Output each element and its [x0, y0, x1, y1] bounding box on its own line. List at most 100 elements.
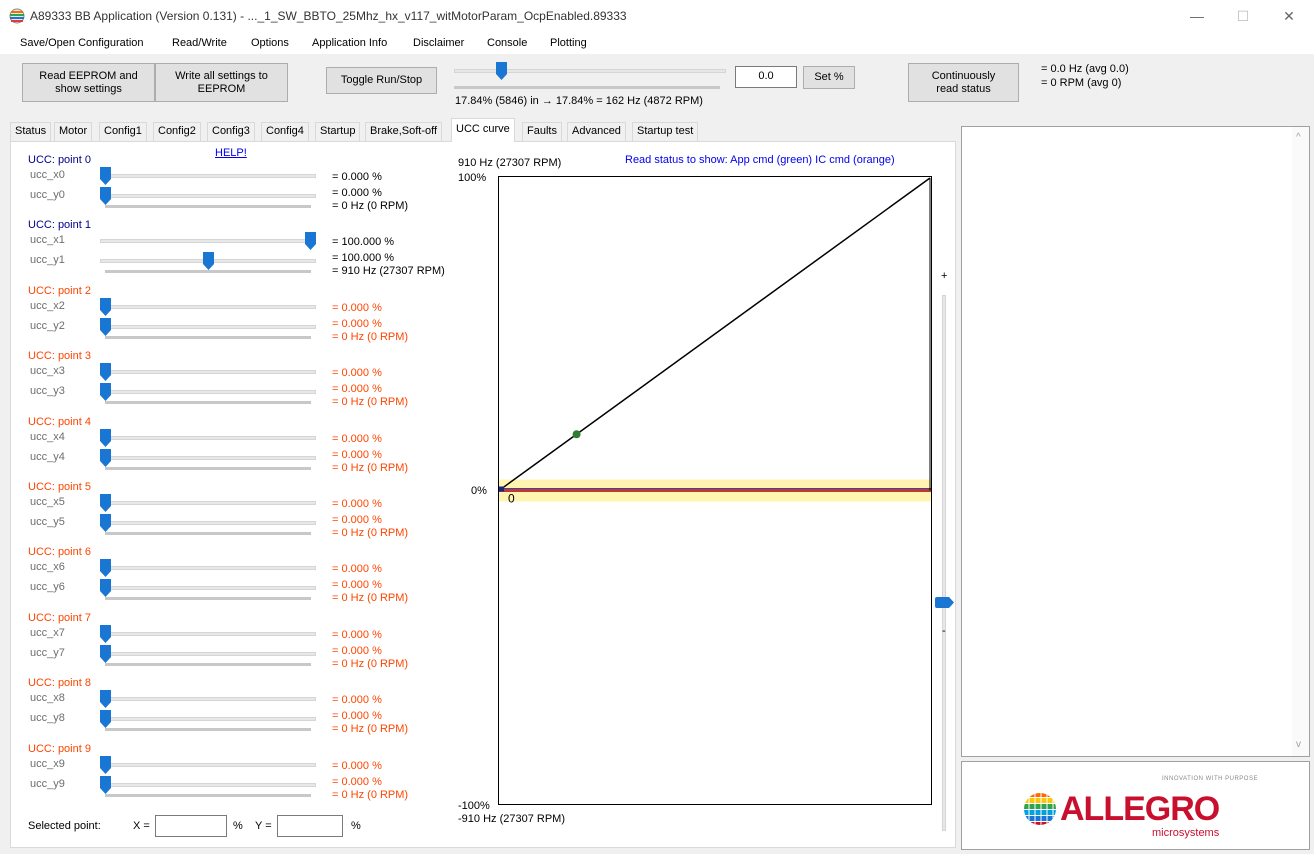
ucc-x-slider-thumb[interactable] — [100, 428, 111, 447]
ucc-y-slider-scale — [105, 466, 311, 470]
ucc-point-label: UCC: point 2 — [28, 284, 91, 297]
tab-config2[interactable]: Config2 — [153, 122, 201, 141]
ucc-x-slider-thumb[interactable] — [100, 494, 111, 512]
status-hz: = 0.0 Hz (avg 0.0) — [1041, 63, 1129, 75]
tab-motor[interactable]: Motor — [54, 122, 93, 141]
ucc-y-slider[interactable] — [100, 782, 316, 787]
ucc-x-slider-thumb[interactable] — [100, 297, 111, 316]
toggle-run-stop-button[interactable]: Toggle Run/Stop — [326, 67, 437, 94]
scroll-up-icon[interactable]: ^ — [1296, 132, 1301, 143]
ucc-y-slider-scale — [105, 728, 311, 732]
set-percent-button[interactable]: Set % — [803, 66, 855, 89]
ucc-y-value: = 0.000 % — [332, 514, 382, 526]
menu-plotting[interactable]: Plotting — [550, 37, 587, 49]
ucc-y-slider-thumb[interactable] — [100, 448, 111, 467]
ucc-frequency-value: = 910 Hz (27307 RPM) — [332, 265, 445, 278]
ucc-point-label: UCC: point 7 — [28, 611, 91, 624]
ucc-y-slider[interactable] — [100, 194, 316, 198]
tab-startup[interactable]: Startup — [315, 122, 361, 141]
ucc-y-slider[interactable] — [100, 455, 316, 460]
minimize-button[interactable]: — — [1174, 4, 1220, 28]
ucc-x-slider[interactable] — [100, 239, 316, 244]
ucc-x-slider[interactable] — [100, 762, 316, 767]
tab-config4[interactable]: Config4 — [261, 122, 309, 141]
menu-application-info[interactable]: Application Info — [312, 37, 387, 49]
ucc-x-slider-thumb[interactable] — [100, 363, 111, 382]
origin-point[interactable] — [499, 486, 504, 492]
ucc-x-slider[interactable] — [100, 566, 316, 571]
zoom-plus[interactable]: + — [941, 270, 947, 282]
zoom-slider-track[interactable] — [942, 295, 946, 831]
ucc-y-slider-thumb[interactable] — [100, 317, 111, 336]
ucc-x-slider-thumb[interactable] — [100, 559, 111, 578]
tab-config1[interactable]: Config1 — [99, 122, 147, 141]
ucc-y-label: ucc_y6 — [30, 581, 65, 594]
ucc-y-slider-thumb[interactable] — [100, 579, 111, 598]
ucc-y-slider-thumb[interactable] — [100, 775, 111, 794]
ucc-x-slider[interactable] — [100, 370, 316, 375]
selected-x-input[interactable] — [155, 815, 227, 837]
ucc-y-slider[interactable] — [100, 390, 316, 395]
status-scrollbar[interactable]: ^ v — [1292, 127, 1309, 756]
ucc-y-slider-scale — [105, 270, 311, 274]
ucc-y-slider-thumb[interactable] — [100, 187, 111, 205]
chart-legend-note: Read status to show: App cmd (green) IC … — [625, 154, 895, 166]
ucc-x-slider-thumb[interactable] — [100, 690, 111, 709]
ucc-y-value: = 0.000 % — [332, 187, 382, 199]
ucc-x-slider[interactable] — [100, 631, 316, 636]
tab-config3[interactable]: Config3 — [207, 122, 255, 141]
ucc-y-slider-thumb[interactable] — [100, 514, 111, 532]
set-percent-input[interactable]: 0.0 — [735, 66, 797, 88]
menu-read-write[interactable]: Read/Write — [172, 37, 227, 49]
continuously-read-status-button[interactable]: Continuously read status — [908, 63, 1019, 102]
ucc-x-slider[interactable] — [100, 304, 316, 309]
tab-brake-soft-off[interactable]: Brake,Soft-off — [365, 122, 443, 141]
read-eeprom-button[interactable]: Read EEPROM and show settings — [22, 63, 155, 102]
menu-console[interactable]: Console — [487, 37, 527, 49]
speed-slider-track[interactable] — [454, 69, 726, 73]
ucc-x-slider-thumb[interactable] — [305, 232, 316, 251]
ucc-y-slider[interactable] — [100, 586, 316, 591]
ucc-y-slider[interactable] — [100, 717, 316, 722]
ucc-x-slider[interactable] — [100, 435, 316, 440]
ucc-y-label: ucc_y3 — [30, 385, 65, 398]
tab-advanced[interactable]: Advanced — [567, 122, 626, 141]
selected-x-percent: % — [233, 820, 243, 832]
speed-readout: 17.84% (5846) in → 17.84% = 162 Hz (4872… — [455, 95, 703, 107]
ucc-x-slider[interactable] — [100, 174, 316, 178]
status-output-panel[interactable]: ^ v — [961, 126, 1310, 757]
ucc-x-slider[interactable] — [100, 501, 316, 505]
ucc-frequency-value: = 0 Hz (0 RPM) — [332, 330, 409, 343]
ucc-y-slider[interactable] — [100, 651, 316, 656]
write-eeprom-button[interactable]: Write all settings to EEPROM — [155, 63, 288, 102]
menu-save-open[interactable]: Save/Open Configuration — [20, 37, 144, 49]
help-link[interactable]: HELP! — [215, 147, 247, 159]
menu-options[interactable]: Options — [251, 37, 289, 49]
ucc-y-slider-thumb[interactable] — [100, 644, 111, 663]
selected-y-input[interactable] — [277, 815, 343, 837]
maximize-button[interactable]: ☐ — [1220, 4, 1266, 28]
close-button[interactable]: ✕ — [1266, 4, 1312, 28]
ucc-x-slider-thumb[interactable] — [100, 755, 111, 774]
tab-ucc-curve[interactable]: UCC curve — [451, 118, 515, 142]
tab-startup-test[interactable]: Startup test — [632, 122, 699, 141]
zoom-minus[interactable]: - — [942, 625, 946, 637]
ucc-x-slider-thumb[interactable] — [100, 167, 111, 185]
ucc-y-slider-thumb[interactable] — [100, 383, 111, 402]
ucc-x-slider-thumb[interactable] — [100, 624, 111, 643]
ucc-y-slider-thumb[interactable] — [202, 252, 214, 271]
ucc-y-slider[interactable] — [100, 521, 316, 525]
ucc-x-slider[interactable] — [100, 697, 316, 702]
tab-faults[interactable]: Faults — [522, 122, 562, 141]
ucc-y-slider[interactable] — [100, 324, 316, 329]
ucc-x-label: ucc_x6 — [30, 561, 65, 574]
ucc-y-slider-thumb[interactable] — [100, 710, 111, 729]
tab-status[interactable]: Status — [10, 122, 52, 141]
speed-slider-thumb[interactable] — [496, 62, 508, 80]
ucc-x-label: ucc_x0 — [30, 169, 65, 181]
ucc-curve-chart[interactable]: 0 — [498, 176, 932, 805]
menu-disclaimer[interactable]: Disclaimer — [413, 37, 464, 49]
scroll-down-icon[interactable]: v — [1296, 739, 1301, 750]
ucc-x-label: ucc_x5 — [30, 496, 65, 508]
zoom-slider-thumb[interactable] — [935, 597, 954, 608]
